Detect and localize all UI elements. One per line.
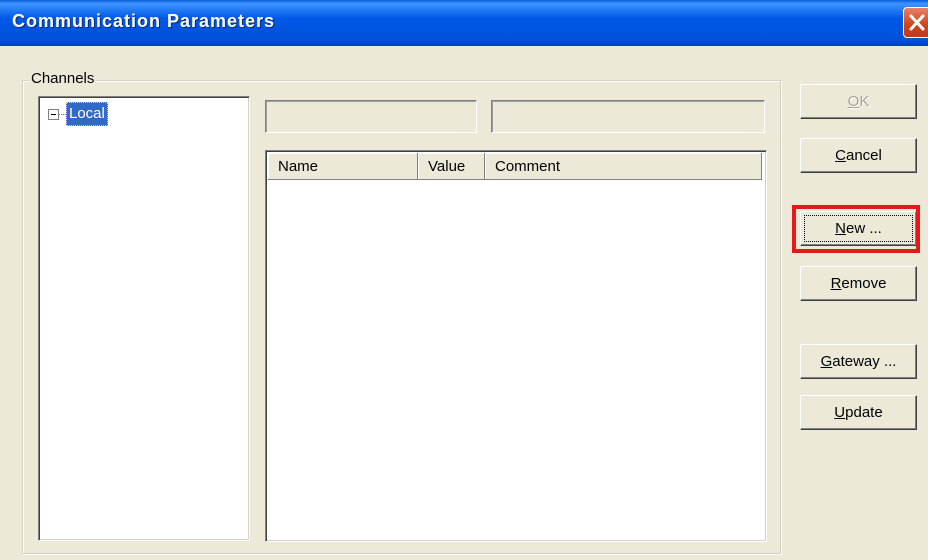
remove-button[interactable]: Remove <box>800 266 917 301</box>
ok-accel: O <box>847 93 860 110</box>
remove-label-rest: emove <box>841 275 887 292</box>
channels-tree[interactable]: Local <box>38 96 250 541</box>
cancel-button[interactable]: Cancel <box>800 138 917 173</box>
parameters-list[interactable]: Name Value Comment <box>265 150 767 542</box>
column-value[interactable]: Value <box>418 153 485 180</box>
cancel-label-rest: ancel <box>845 147 882 164</box>
new-button-highlight <box>792 205 920 253</box>
tree-item-local[interactable]: Local <box>66 102 108 126</box>
info-field-2 <box>491 100 765 133</box>
cancel-accel: C <box>835 147 846 164</box>
close-button[interactable] <box>903 7 928 38</box>
column-name[interactable]: Name <box>268 153 418 180</box>
title-bar[interactable]: Communication Parameters <box>0 0 928 46</box>
gateway-accel: G <box>820 353 833 370</box>
ok-label-rest: K <box>859 93 870 110</box>
collapse-icon[interactable] <box>48 109 59 120</box>
gateway-button[interactable]: Gateway ... <box>800 344 917 379</box>
ok-button[interactable]: OK <box>800 84 917 119</box>
gateway-label-rest: ateway ... <box>832 353 897 370</box>
info-field-1 <box>265 100 477 133</box>
update-label-rest: pdate <box>845 404 883 421</box>
column-comment[interactable]: Comment <box>485 153 762 180</box>
tree-connector <box>59 114 66 115</box>
update-accel: U <box>834 404 846 421</box>
list-header: Name Value Comment <box>268 153 764 180</box>
communication-parameters-dialog: Communication Parameters Channels Local … <box>0 0 928 560</box>
close-icon <box>909 14 925 31</box>
channels-legend: Channels <box>29 70 97 87</box>
update-button[interactable]: Update <box>800 395 917 430</box>
remove-accel: R <box>830 275 842 292</box>
window-title: Communication Parameters <box>12 11 276 31</box>
